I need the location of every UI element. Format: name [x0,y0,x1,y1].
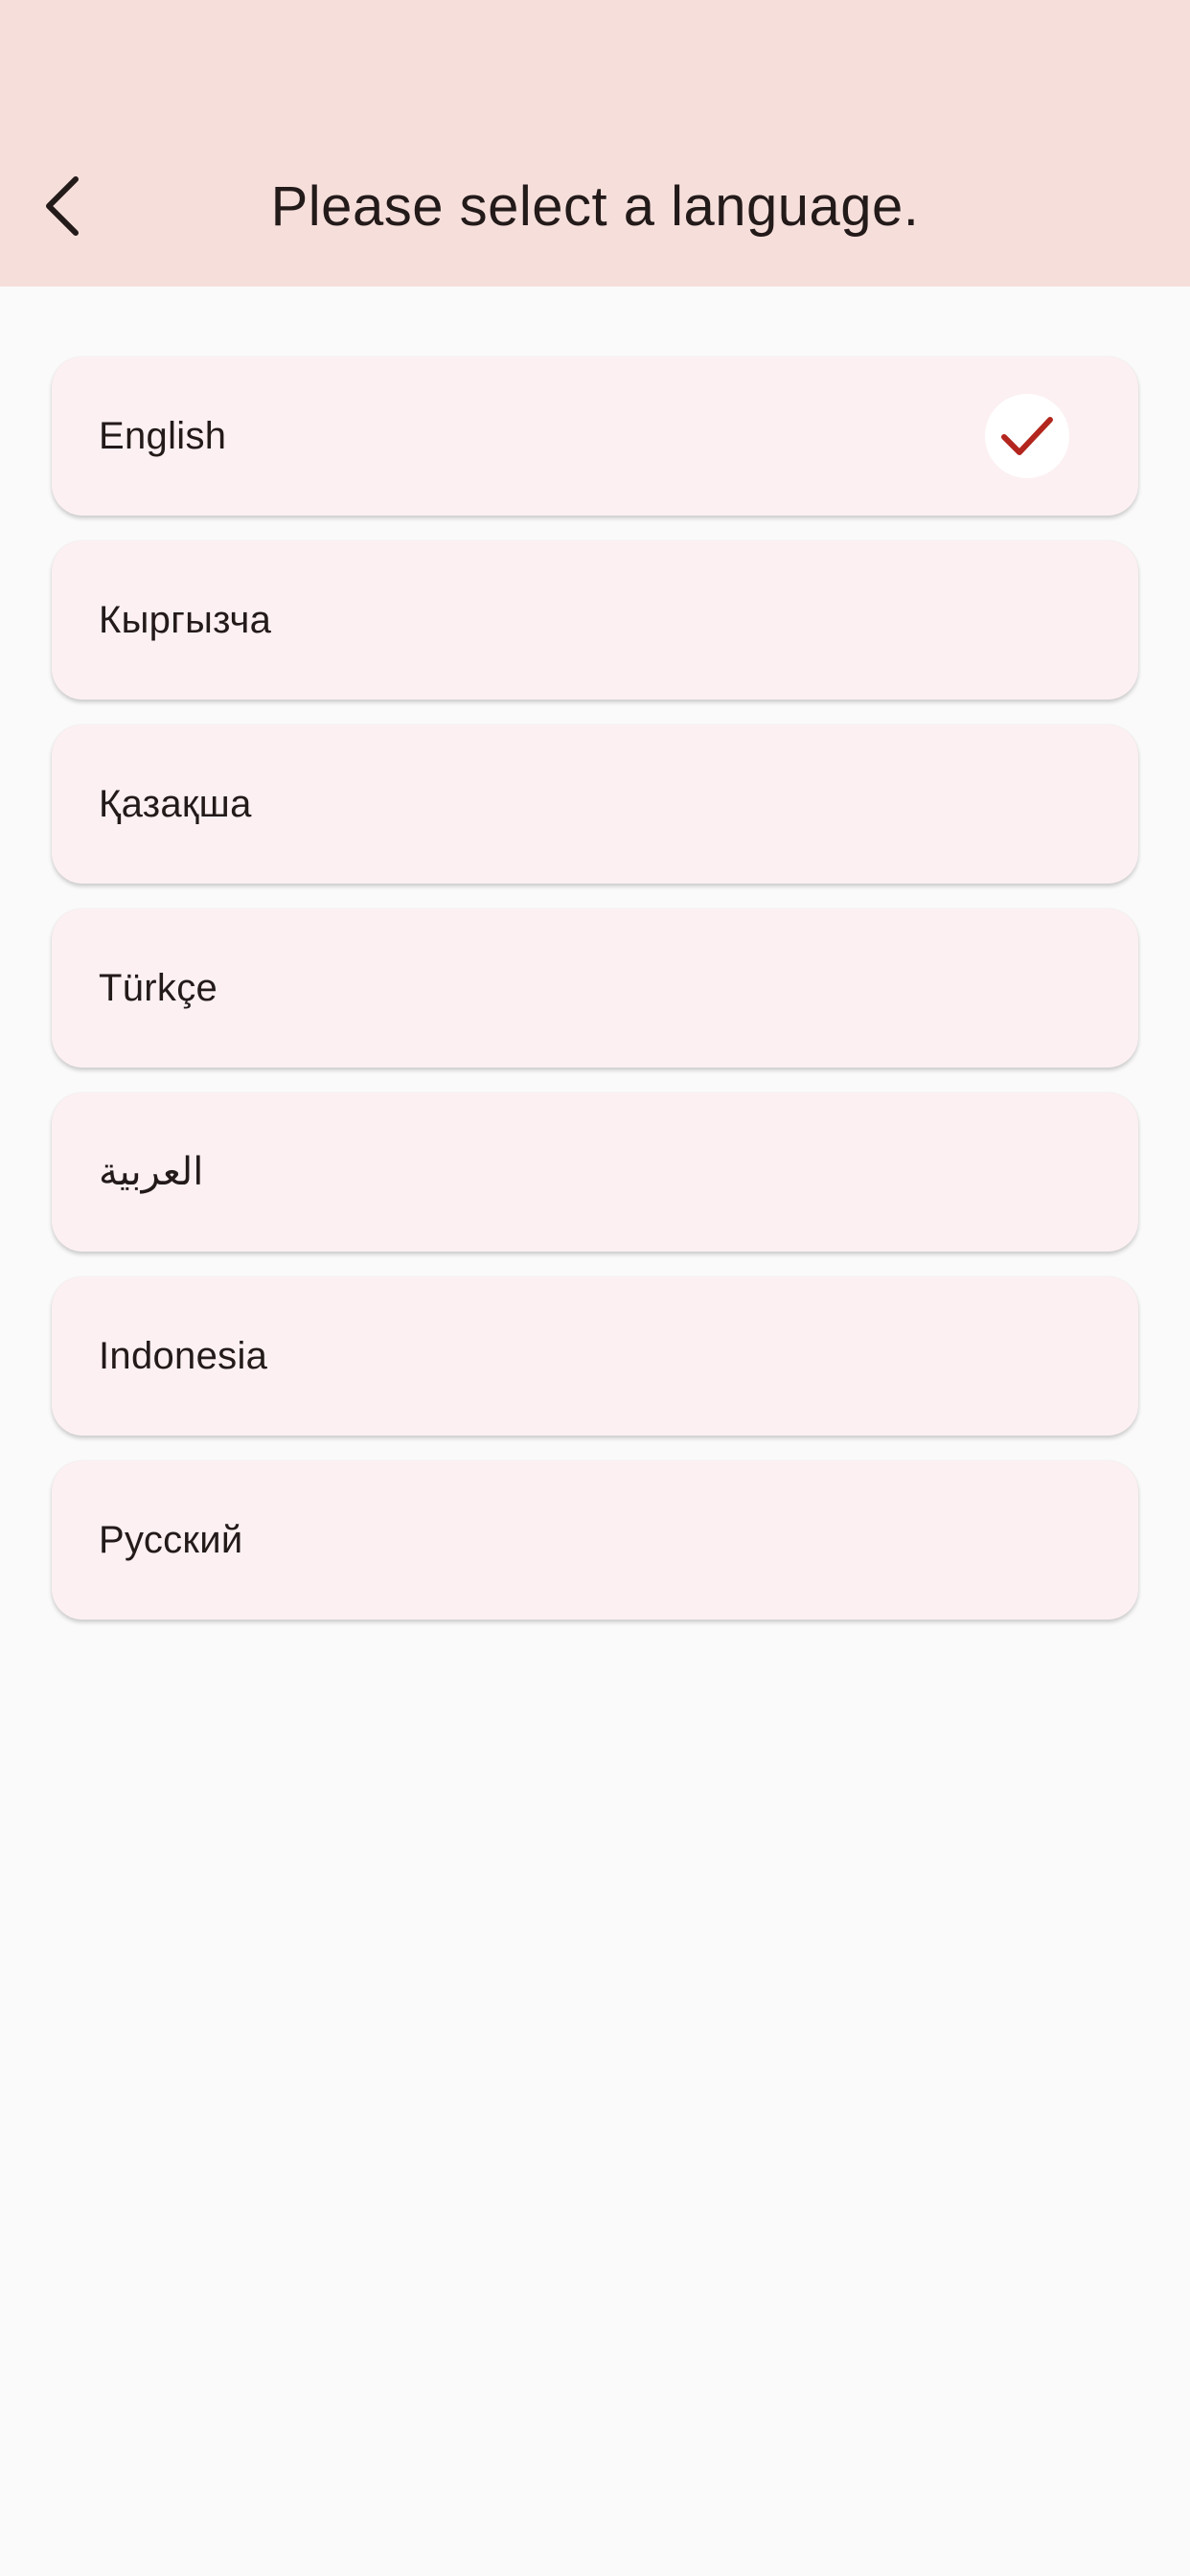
language-item-english[interactable]: English [52,356,1138,516]
language-label: Кыргызча [99,598,272,641]
language-label: Türkçe [99,966,218,1009]
language-item-kyrgyz[interactable]: Кыргызча [52,540,1138,700]
language-item-russian[interactable]: Русский [52,1460,1138,1620]
language-item-turkish[interactable]: Türkçe [52,908,1138,1068]
language-item-kazakh[interactable]: Қазақша [52,724,1138,884]
language-label: Indonesia [99,1334,268,1377]
language-label: English [99,414,227,457]
language-label: Русский [99,1518,243,1561]
selected-badge [985,394,1069,478]
checkmark-icon [1001,417,1053,455]
app-bar: Please select a language. [0,0,1190,287]
language-list: English Кыргызча Қазақша Türkçe العربية … [52,356,1138,1644]
language-label: العربية [99,1151,204,1193]
language-label: Қазақша [99,782,252,825]
page-title: Please select a language. [270,175,920,238]
language-item-indonesian[interactable]: Indonesia [52,1276,1138,1436]
language-item-arabic[interactable]: العربية [52,1092,1138,1252]
